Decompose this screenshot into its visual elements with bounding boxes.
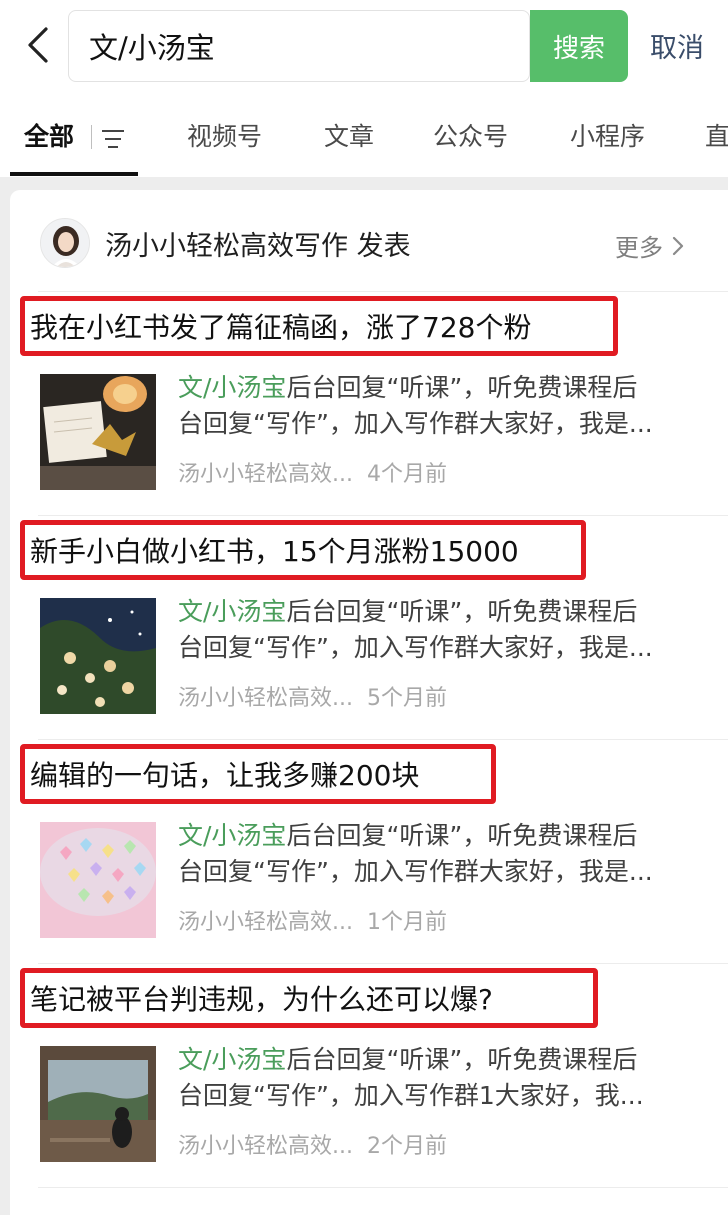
- snippet-text: 后台回复“听课”，听免费课程后: [286, 373, 638, 402]
- search-bar: 搜索 取消: [0, 0, 728, 95]
- cancel-button[interactable]: 取消: [650, 26, 704, 65]
- snippet-line-2: 台回复“写作”，加入写作群大家好，我是...: [178, 633, 653, 662]
- article-item[interactable]: 笔记被平台判违规，为什么还可以爆? 文/小汤宝后台回复“听课”，听免费课程后 台…: [10, 964, 728, 1188]
- article-snippet: 文/小汤宝后台回复“听课”，听免费课程后 台回复“写作”，加入写作群大家好，我是…: [178, 818, 708, 890]
- snippet-line-2: 台回复“写作”，加入写作群1大家好，我...: [178, 1081, 644, 1110]
- category-tabs: 全部 视频号 文章 公众号 小程序 直: [0, 95, 728, 177]
- article-title: 笔记被平台判违规，为什么还可以爆?: [30, 983, 493, 1016]
- article-meta: 汤小小轻松高效... 4个月前: [178, 456, 447, 488]
- article-snippet: 文/小汤宝后台回复“听课”，听免费课程后 台回复“写作”，加入写作群大家好，我是…: [178, 594, 708, 666]
- filter-icon[interactable]: [101, 129, 125, 149]
- article-meta: 汤小小轻松高效... 2个月前: [178, 1128, 447, 1160]
- tab-separator: [91, 125, 92, 149]
- publisher-title: 汤小小轻松高效写作 发表: [105, 231, 411, 262]
- article-thumbnail: [40, 598, 156, 714]
- snippet-highlight: 文/小汤宝: [178, 597, 287, 626]
- article-meta: 汤小小轻松高效... 1个月前: [178, 904, 447, 936]
- article-snippet: 文/小汤宝后台回复“听课”，听免费课程后 台回复“写作”，加入写作群大家好，我是…: [178, 370, 708, 442]
- article-author: 汤小小轻松高效...: [178, 462, 353, 487]
- snippet-highlight: 文/小汤宝: [178, 373, 287, 402]
- article-title: 我在小红书发了篇征稿函，涨了728个粉: [30, 311, 532, 344]
- article-author: 汤小小轻松高效...: [178, 1134, 353, 1159]
- snippet-line-2: 台回复“写作”，加入写作群大家好，我是...: [178, 857, 653, 886]
- snippet-line-2: 台回复“写作”，加入写作群大家好，我是...: [178, 409, 653, 438]
- tab-channels[interactable]: 视频号: [187, 117, 262, 153]
- more-label: 更多: [615, 234, 663, 262]
- article-title: 新手小白做小红书，15个月涨粉15000: [30, 535, 519, 568]
- search-input[interactable]: [89, 25, 469, 67]
- article-thumbnail: [40, 822, 156, 938]
- article-author: 汤小小轻松高效...: [178, 686, 353, 711]
- tab-articles[interactable]: 文章: [324, 117, 374, 153]
- result-card: 汤小小轻松高效写作 发表 更多 我在小红书发了篇征稿函，涨了728个粉 文/小汤…: [10, 190, 728, 1215]
- card-header[interactable]: 汤小小轻松高效写作 发表 更多: [10, 190, 728, 292]
- article-thumbnail: [40, 1046, 156, 1162]
- article-time: 4个月前: [366, 462, 447, 487]
- tab-mini-programs[interactable]: 小程序: [570, 117, 645, 153]
- article-item[interactable]: 编辑的一句话，让我多赚200块 文/小汤宝后台回复“听课”，听免费课程后 台回复…: [10, 740, 728, 964]
- more-link[interactable]: 更多: [615, 228, 685, 263]
- snippet-text: 后台回复“听课”，听免费课程后: [286, 821, 638, 850]
- article-meta: 汤小小轻松高效... 5个月前: [178, 680, 447, 712]
- search-button[interactable]: 搜索: [530, 10, 628, 82]
- article-item[interactable]: 新手小白做小红书，15个月涨粉15000 文/小汤宝后台回复“听课”，听免费课程…: [10, 516, 728, 740]
- article-title: 编辑的一句话，让我多赚200块: [30, 759, 420, 792]
- avatar-portrait-icon: [41, 219, 89, 267]
- snippet-highlight: 文/小汤宝: [178, 1045, 287, 1074]
- tab-official-accounts[interactable]: 公众号: [433, 117, 508, 153]
- active-tab-indicator: [10, 172, 138, 176]
- article-thumbnail: [40, 374, 156, 490]
- snippet-text: 后台回复“听课”，听免费课程后: [286, 1045, 638, 1074]
- article-time: 1个月前: [366, 910, 447, 935]
- chevron-right-icon: [672, 236, 684, 255]
- tab-live[interactable]: 直: [705, 117, 728, 153]
- chevron-left-icon: [28, 27, 48, 63]
- snippet-text: 后台回复“听课”，听免费课程后: [286, 597, 638, 626]
- avatar: [40, 218, 90, 268]
- tab-all[interactable]: 全部: [24, 117, 74, 153]
- article-time: 2个月前: [366, 1134, 447, 1159]
- search-field[interactable]: [68, 10, 583, 82]
- article-item[interactable]: 我在小红书发了篇征稿函，涨了728个粉 文/小汤宝后台回复“听课”，听免费课程后…: [10, 292, 728, 516]
- divider: [38, 1187, 728, 1188]
- article-time: 5个月前: [366, 686, 447, 711]
- snippet-highlight: 文/小汤宝: [178, 821, 287, 850]
- article-author: 汤小小轻松高效...: [178, 910, 353, 935]
- back-button[interactable]: [18, 22, 58, 68]
- article-snippet: 文/小汤宝后台回复“听课”，听免费课程后 台回复“写作”，加入写作群1大家好，我…: [178, 1042, 708, 1114]
